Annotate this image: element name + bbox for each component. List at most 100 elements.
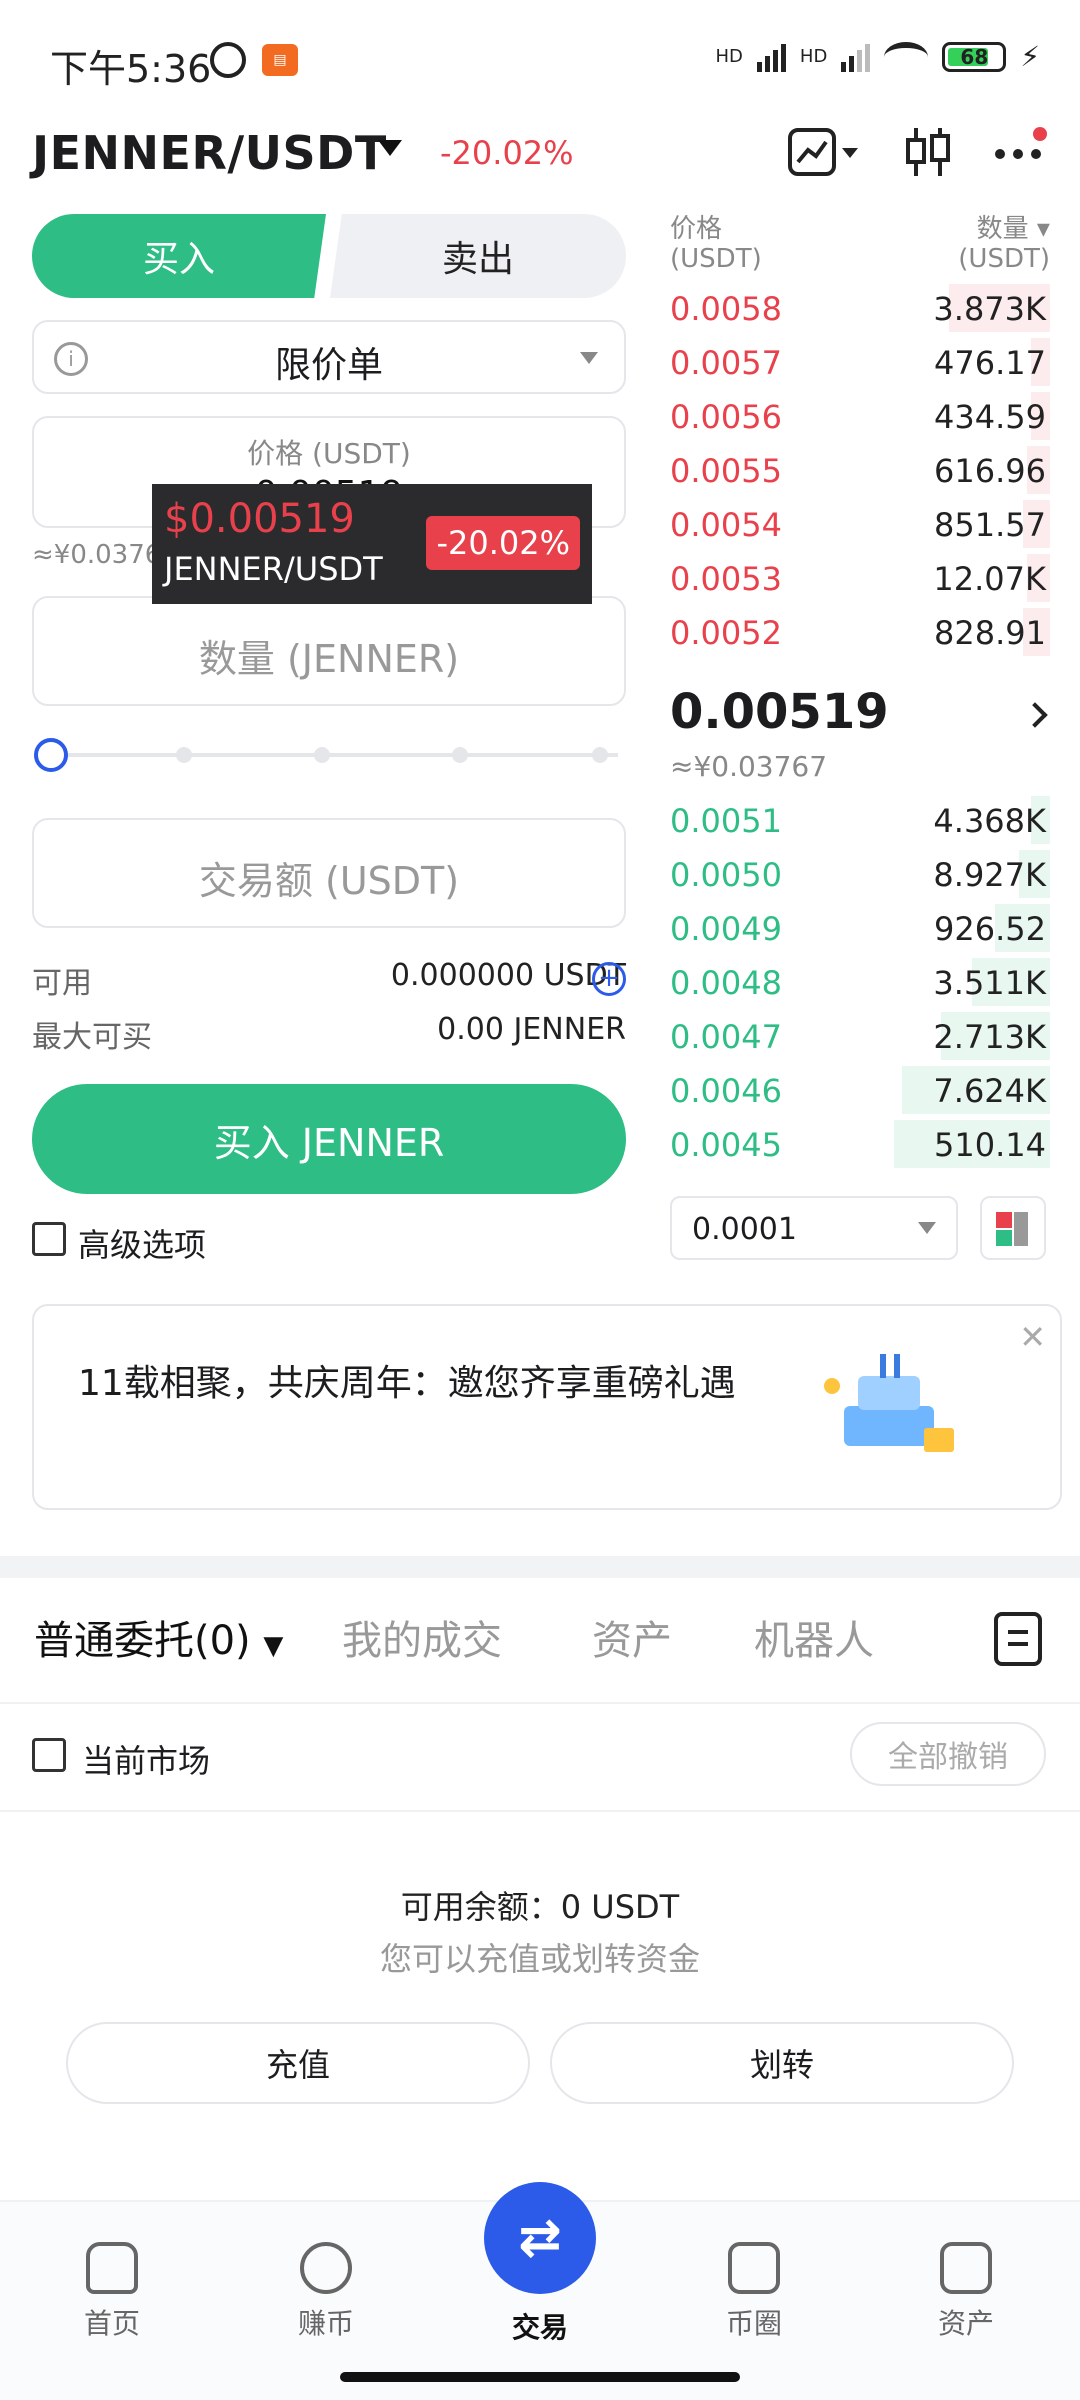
orderbook-layout-icon[interactable] [980, 1196, 1046, 1260]
slider-step-25[interactable] [176, 747, 192, 763]
ask-price: 0.0053 [670, 560, 782, 598]
current-market-checkbox[interactable] [32, 1738, 66, 1772]
tab-my-trades[interactable]: 我的成交 [342, 1608, 502, 1666]
promo-banner[interactable]: 11载相聚，共庆周年：邀您齐享重磅礼遇 ✕ [32, 1304, 1062, 1510]
home-icon [86, 2242, 138, 2294]
last-price: 0.00519 [670, 684, 889, 740]
status-time: 下午5:36 [50, 47, 212, 91]
ask-price: 0.0052 [670, 614, 782, 652]
chevron-right-icon[interactable] [1022, 702, 1048, 728]
slider-handle[interactable] [34, 738, 68, 772]
chevron-down-icon[interactable] [378, 140, 402, 156]
bottom-nav: 首页 赚币 ⇄ 交易 币圈 资产 [0, 2182, 1080, 2400]
price-tooltip: $0.00519 JENNER/USDT -20.02% [152, 484, 592, 604]
wifi-icon [884, 41, 929, 72]
order-type-select[interactable]: i 限价单 [32, 320, 626, 394]
ask-qty: 476.17 [934, 344, 1046, 382]
ask-row[interactable]: 0.0054 851.57 [660, 498, 1050, 550]
ask-price: 0.0057 [670, 344, 782, 382]
orderbook-qty-header[interactable]: 数量 ▾ (USDT) [958, 214, 1050, 274]
chat-icon [728, 2242, 780, 2294]
bid-row[interactable]: 0.0051 4.368K [660, 794, 1050, 846]
ask-row[interactable]: 0.0055 616.96 [660, 444, 1050, 496]
bid-qty: 3.511K [933, 964, 1046, 1002]
tab-bots[interactable]: 机器人 [754, 1608, 874, 1666]
bid-row[interactable]: 0.0047 2.713K [660, 1010, 1050, 1062]
chart-line-icon[interactable] [786, 124, 866, 180]
slider-step-50[interactable] [314, 747, 330, 763]
funding-hint: 您可以充值或划转资金 [379, 1940, 700, 1978]
tab-open-orders[interactable]: 普通委托(0) ▼ [34, 1608, 283, 1666]
bid-qty: 926.52 [934, 910, 1046, 948]
bid-row[interactable]: 0.0050 8.927K [660, 848, 1050, 900]
advanced-option-label[interactable]: 高级选项 [78, 1220, 206, 1266]
earn-icon [300, 2242, 352, 2294]
bid-price: 0.0046 [670, 1072, 782, 1110]
bid-row[interactable]: 0.0048 3.511K [660, 956, 1050, 1008]
candlestick-icon[interactable] [900, 124, 956, 180]
ask-row[interactable]: 0.0056 434.59 [660, 390, 1050, 442]
available-label: 可用 [32, 966, 92, 1001]
tab-buy[interactable]: 买入 [32, 214, 326, 298]
depth-step-value: 0.0001 [692, 1212, 797, 1247]
ask-row[interactable]: 0.0057 476.17 [660, 336, 1050, 388]
amount-placeholder: 交易额 (USDT) [198, 859, 460, 903]
trade-icon[interactable]: ⇄ [484, 2182, 596, 2294]
depth-step-select[interactable]: 0.0001 [670, 1196, 958, 1260]
pair-title[interactable]: JENNER/USDT [32, 126, 387, 180]
home-indicator[interactable] [340, 2372, 740, 2382]
plus-circle-icon[interactable]: + [592, 962, 626, 996]
deposit-button[interactable]: 充值 [66, 2022, 530, 2104]
nav-earn[interactable]: 赚币 [256, 2242, 396, 2342]
slider-step-100[interactable] [592, 747, 608, 763]
quantity-input[interactable]: 数量 (JENNER) [32, 596, 626, 706]
advanced-option-checkbox[interactable] [32, 1222, 66, 1256]
close-icon[interactable]: ✕ [1019, 1318, 1046, 1356]
bid-qty: 8.927K [933, 856, 1046, 894]
bid-qty: 7.624K [933, 1072, 1046, 1110]
tab-assets[interactable]: 资产 [592, 1608, 672, 1666]
signal-icon-2 [841, 42, 871, 72]
network-label-2: HD [799, 46, 828, 67]
ask-row[interactable]: 0.0052 828.91 [660, 606, 1050, 658]
ask-qty: 3.873K [933, 290, 1046, 328]
nav-trade[interactable]: 交易 [470, 2306, 610, 2346]
nav-assets[interactable]: 资产 [896, 2242, 1036, 2342]
chevron-down-icon [918, 1222, 936, 1234]
document-icon[interactable] [994, 1612, 1042, 1666]
ask-price: 0.0056 [670, 398, 782, 436]
bid-price: 0.0045 [670, 1126, 782, 1164]
bid-row[interactable]: 0.0045 510.14 [660, 1118, 1050, 1170]
bid-qty: 510.14 [934, 1126, 1046, 1164]
max-buy-label: 最大可买 [32, 1020, 152, 1055]
bid-row[interactable]: 0.0046 7.624K [660, 1064, 1050, 1116]
ask-row[interactable]: 0.0058 3.873K [660, 282, 1050, 334]
ask-qty: 616.96 [934, 452, 1046, 490]
transfer-button[interactable]: 划转 [550, 2022, 1014, 2104]
tooltip-price: $0.00519 [164, 496, 355, 542]
ask-row[interactable]: 0.0053 12.07K [660, 552, 1050, 604]
bid-price: 0.0047 [670, 1018, 782, 1056]
buy-button[interactable]: 买入 JENNER [32, 1084, 626, 1194]
amount-slider[interactable] [32, 738, 626, 772]
more-icon[interactable] [990, 124, 1050, 180]
battery-level: 68 [960, 44, 989, 69]
price-input-label: 价格 (USDT) [247, 437, 411, 470]
quantity-placeholder: 数量 (JENNER) [198, 637, 460, 681]
ask-price: 0.0054 [670, 506, 782, 544]
cake-icon [824, 1354, 954, 1452]
app-notification-icon: ▤ [262, 44, 298, 76]
bid-price: 0.0050 [670, 856, 782, 894]
tab-sell[interactable]: 卖出 [330, 214, 626, 298]
cancel-all-button[interactable]: 全部撤销 [850, 1722, 1046, 1786]
bid-row[interactable]: 0.0049 926.52 [660, 902, 1050, 954]
battery-icon: 68 [942, 41, 1007, 72]
ask-price: 0.0058 [670, 290, 782, 328]
nav-home[interactable]: 首页 [42, 2242, 182, 2342]
orderbook-price-header: 价格 (USDT) [670, 214, 762, 274]
slider-step-75[interactable] [452, 747, 468, 763]
tooltip-change: -20.02% [426, 516, 580, 570]
current-market-label[interactable]: 当前市场 [82, 1736, 210, 1782]
amount-input[interactable]: 交易额 (USDT) [32, 818, 626, 928]
nav-community[interactable]: 币圈 [684, 2242, 824, 2342]
